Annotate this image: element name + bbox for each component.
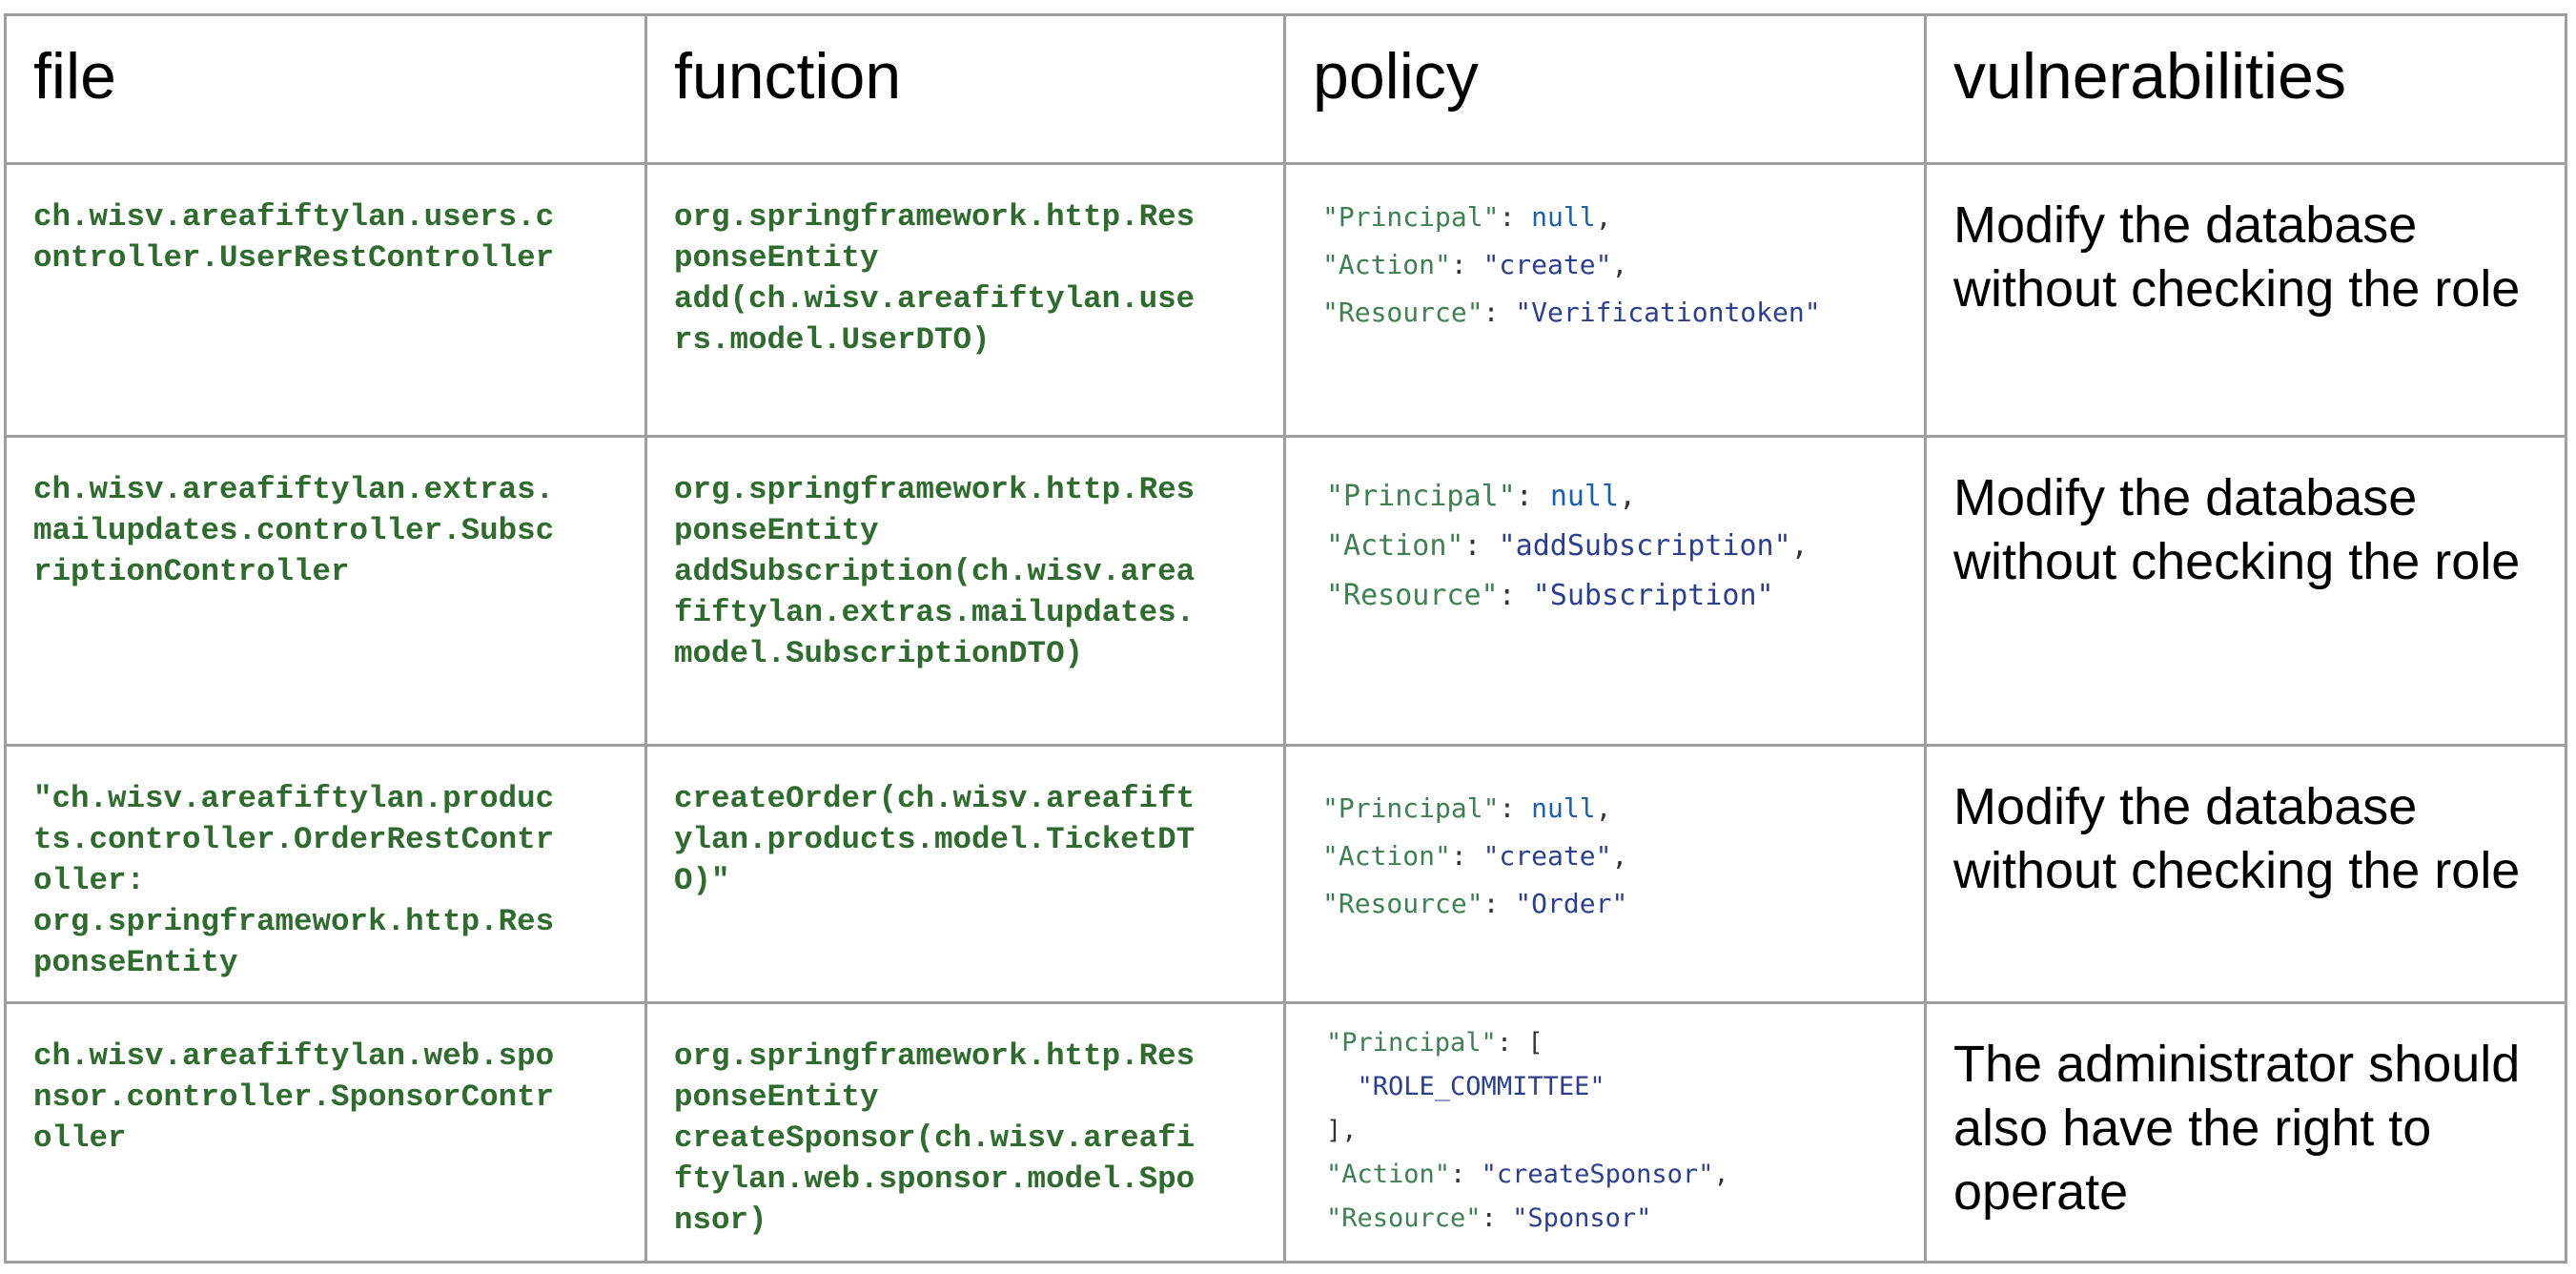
header-cell-policy: policy [1283, 13, 1927, 165]
policy-key: "Principal" [1322, 792, 1500, 824]
function-signature: org.springframework.http.Res ponseEntity… [674, 472, 1196, 671]
file-name: ch.wisv.areafiftylan.web.spo nsor.contro… [33, 1038, 555, 1156]
policy-key: "Action" [1326, 529, 1464, 563]
vulnerability-cell: The administrator should also have the r… [1924, 1001, 2567, 1264]
policy-bracket: ], [1326, 1116, 1358, 1145]
policy-key: "Action" [1322, 840, 1451, 872]
policy-value: "ROLE_COMMITTEE" [1357, 1072, 1605, 1101]
vulnerability-text: Modify the database without checking the… [1953, 778, 2521, 899]
policy-key: "Principal" [1322, 201, 1500, 233]
function-cell: org.springframework.http.Res ponseEntity… [644, 162, 1286, 438]
policy-value: null [1531, 792, 1596, 824]
policy-cell: "Principal": null, "Action": "create", "… [1283, 162, 1927, 438]
function-signature: createOrder(ch.wisv.areafift ylan.produc… [674, 781, 1196, 898]
function-cell: org.springframework.http.Res ponseEntity… [644, 1001, 1286, 1264]
policy-value: "Order" [1515, 888, 1628, 919]
table-row: ch.wisv.areafiftylan.extras. mailupdates… [4, 435, 2567, 747]
file-cell: ch.wisv.areafiftylan.users.c ontroller.U… [4, 162, 647, 438]
policy-key: "Resource" [1322, 888, 1483, 919]
policy-bracket: [ [1527, 1028, 1544, 1058]
file-cell: ch.wisv.areafiftylan.web.spo nsor.contro… [4, 1001, 647, 1264]
header-vulnerabilities: vulnerabilities [1953, 40, 2346, 113]
table-row: ch.wisv.areafiftylan.users.c ontroller.U… [4, 162, 2567, 438]
policy-value: "Subscription" [1532, 579, 1774, 612]
policy-key: "Principal" [1326, 1028, 1497, 1058]
policy-value: "create" [1482, 249, 1612, 280]
policy-json: "Principal": null, "Action": "create", "… [1322, 201, 1821, 328]
policy-json: "Principal": [ "ROLE_COMMITTEE" ], "Acti… [1326, 1028, 1729, 1233]
policy-value: "addSubscription" [1498, 529, 1791, 563]
header-file: file [33, 40, 116, 113]
vulnerability-text: Modify the database without checking the… [1953, 469, 2521, 590]
file-name: ch.wisv.areafiftylan.users.c ontroller.U… [33, 199, 555, 276]
vulnerability-text: Modify the database without checking the… [1953, 196, 2521, 318]
header-policy: policy [1313, 40, 1479, 113]
function-cell: org.springframework.http.Res ponseEntity… [644, 435, 1286, 747]
policy-cell: "Principal": null, "Action": "addSubscri… [1283, 435, 1927, 747]
policy-key: "Resource" [1326, 579, 1499, 612]
policy-value: "Sponsor" [1512, 1203, 1652, 1233]
header-cell-file: file [4, 13, 647, 165]
function-signature: org.springframework.http.Res ponseEntity… [674, 199, 1196, 358]
policy-key: "Resource" [1322, 297, 1483, 328]
file-name: ch.wisv.areafiftylan.extras. mailupdates… [33, 472, 555, 589]
header-cell-vulnerabilities: vulnerabilities [1924, 13, 2567, 165]
policy-key: "Resource" [1326, 1203, 1482, 1233]
vulnerability-cell: Modify the database without checking the… [1924, 435, 2567, 747]
file-cell: "ch.wisv.areafiftylan.produc ts.controll… [4, 744, 647, 1004]
policy-cell: "Principal": [ "ROLE_COMMITTEE" ], "Acti… [1283, 1001, 1927, 1264]
table-row: ch.wisv.areafiftylan.web.spo nsor.contro… [4, 1001, 2567, 1264]
policy-json: "Principal": null, "Action": "create", "… [1322, 792, 1628, 919]
policy-value: null [1531, 201, 1596, 233]
policy-table: file function policy vulnerabilities ch.… [4, 13, 2567, 1264]
header-cell-function: function [644, 13, 1286, 165]
header-function: function [674, 40, 902, 113]
policy-key: "Principal" [1326, 480, 1516, 513]
policy-value: "Verificationtoken" [1515, 297, 1821, 328]
policy-value: "create" [1482, 840, 1612, 872]
policy-value: "createSponsor" [1481, 1160, 1714, 1189]
function-cell: createOrder(ch.wisv.areafift ylan.produc… [644, 744, 1286, 1004]
file-name: "ch.wisv.areafiftylan.produc ts.controll… [33, 781, 555, 980]
policy-value: null [1549, 480, 1620, 513]
table-header-row: file function policy vulnerabilities [4, 13, 2567, 165]
table-row: "ch.wisv.areafiftylan.produc ts.controll… [4, 744, 2567, 1004]
vulnerability-text: The administrator should also have the r… [1953, 1036, 2521, 1221]
policy-key: "Action" [1326, 1160, 1451, 1189]
policy-key: "Action" [1322, 249, 1451, 280]
file-cell: ch.wisv.areafiftylan.extras. mailupdates… [4, 435, 647, 747]
vulnerability-cell: Modify the database without checking the… [1924, 744, 2567, 1004]
policy-json: "Principal": null, "Action": "addSubscri… [1326, 480, 1809, 612]
policy-cell: "Principal": null, "Action": "create", "… [1283, 744, 1927, 1004]
vulnerability-cell: Modify the database without checking the… [1924, 162, 2567, 438]
function-signature: org.springframework.http.Res ponseEntity… [674, 1038, 1196, 1238]
